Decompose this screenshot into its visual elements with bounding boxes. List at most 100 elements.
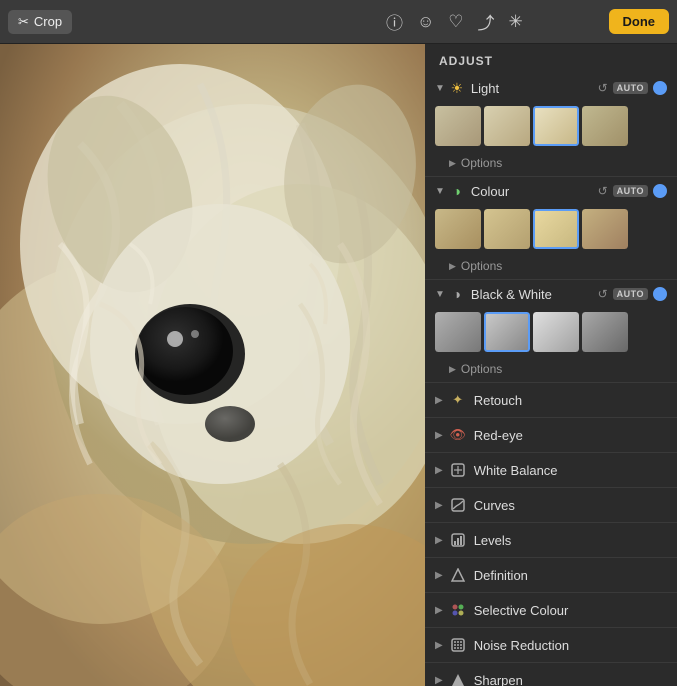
colour-options-label: Options <box>461 259 502 273</box>
top-bar-icons: ⓘ ☺ ♡ ⤴ ✳ <box>308 9 600 34</box>
light-thumb-2[interactable] <box>533 106 579 146</box>
bw-toggle[interactable] <box>653 287 667 301</box>
info-icon[interactable]: ⓘ <box>386 9 403 34</box>
curves-icon <box>449 496 467 514</box>
selective-colour-label: Selective Colour <box>474 603 569 618</box>
selective-colour-icon <box>449 601 467 619</box>
row-selective-colour[interactable]: ▶ Selective Colour <box>425 593 677 628</box>
definition-arrow: ▶ <box>435 570 443 581</box>
row-redeye[interactable]: ▶ 👁 Red-eye <box>425 418 677 453</box>
sharpen-icon <box>449 671 467 686</box>
light-expand-arrow: ▼ <box>435 83 445 94</box>
light-thumb-1[interactable] <box>484 106 530 146</box>
bw-options-row[interactable]: ▶ Options <box>425 358 677 382</box>
colour-reset-icon[interactable]: ↺ <box>598 184 608 198</box>
bw-thumb-1[interactable] <box>484 312 530 352</box>
section-colour-header[interactable]: ▼ ◑ Colour ↺ AUTO <box>425 177 677 205</box>
sharpen-label: Sharpen <box>474 673 523 686</box>
colour-toggle[interactable] <box>653 184 667 198</box>
share-icon[interactable]: ⤴ <box>478 9 495 34</box>
colour-auto-badge[interactable]: AUTO <box>613 185 648 197</box>
crop-button[interactable]: ✂ Crop <box>8 10 72 34</box>
levels-arrow: ▶ <box>435 535 443 546</box>
section-bw-header[interactable]: ▼ ◑ Black & White ↺ AUTO <box>425 280 677 308</box>
light-options-label: Options <box>461 156 502 170</box>
light-thumb-3[interactable] <box>582 106 628 146</box>
bw-thumb-0[interactable] <box>435 312 481 352</box>
colour-controls: ↺ AUTO <box>598 184 667 198</box>
bw-options-label: Options <box>461 362 502 376</box>
retouch-label: Retouch <box>474 393 522 408</box>
bw-thumb-3[interactable] <box>582 312 628 352</box>
row-retouch[interactable]: ▶ ✦ Retouch <box>425 383 677 418</box>
curves-label: Curves <box>474 498 515 513</box>
magic-icon[interactable]: ✳ <box>509 12 523 32</box>
definition-label: Definition <box>474 568 528 583</box>
levels-label: Levels <box>474 533 512 548</box>
redeye-label: Red-eye <box>474 428 523 443</box>
dog-image <box>0 44 425 686</box>
colour-label: Colour <box>471 184 598 199</box>
levels-icon <box>449 531 467 549</box>
light-reset-icon[interactable]: ↺ <box>598 81 608 95</box>
noise-reduction-arrow: ▶ <box>435 640 443 651</box>
bw-icon: ◑ <box>449 286 465 302</box>
colour-thumb-strip <box>425 205 677 255</box>
crop-label: Crop <box>34 14 62 29</box>
bw-thumb-2[interactable] <box>533 312 579 352</box>
definition-icon <box>449 566 467 584</box>
colour-icon: ◑ <box>449 183 465 199</box>
bw-options-arrow: ▶ <box>449 364 456 375</box>
redeye-icon: 👁 <box>449 426 467 444</box>
row-sharpen[interactable]: ▶ Sharpen <box>425 663 677 686</box>
row-curves[interactable]: ▶ Curves <box>425 488 677 523</box>
main-area: ADJUST ▼ ☀ Light ↺ AUTO <box>0 44 677 686</box>
row-levels[interactable]: ▶ Levels <box>425 523 677 558</box>
row-whitebalance[interactable]: ▶ White Balance <box>425 453 677 488</box>
row-noise-reduction[interactable]: ▶ Noise Reduction <box>425 628 677 663</box>
adjust-panel: ADJUST ▼ ☀ Light ↺ AUTO <box>425 44 677 686</box>
section-light-header[interactable]: ▼ ☀ Light ↺ AUTO <box>425 74 677 102</box>
done-button[interactable]: Done <box>609 9 670 34</box>
sharpen-arrow: ▶ <box>435 675 443 686</box>
bw-expand-arrow: ▼ <box>435 289 445 300</box>
light-toggle[interactable] <box>653 81 667 95</box>
colour-thumb-1[interactable] <box>484 209 530 249</box>
adjust-title: ADJUST <box>425 44 677 74</box>
row-definition[interactable]: ▶ Definition <box>425 558 677 593</box>
whitebalance-icon <box>449 461 467 479</box>
heart-icon[interactable]: ♡ <box>448 12 463 32</box>
light-thumb-0[interactable] <box>435 106 481 146</box>
light-controls: ↺ AUTO <box>598 81 667 95</box>
whitebalance-label: White Balance <box>474 463 558 478</box>
curves-arrow: ▶ <box>435 500 443 511</box>
retouch-icon: ✦ <box>449 391 467 409</box>
light-options-arrow: ▶ <box>449 158 456 169</box>
top-bar: ✂ Crop ⓘ ☺ ♡ ⤴ ✳ Done <box>0 0 677 44</box>
light-thumb-strip <box>425 102 677 152</box>
bw-auto-badge[interactable]: AUTO <box>613 288 648 300</box>
colour-thumb-0[interactable] <box>435 209 481 249</box>
colour-options-arrow: ▶ <box>449 261 456 272</box>
top-bar-left: ✂ Crop <box>8 10 300 34</box>
retouch-arrow: ▶ <box>435 395 443 406</box>
light-auto-badge[interactable]: AUTO <box>613 82 648 94</box>
light-label: Light <box>471 81 598 96</box>
emoji-icon[interactable]: ☺ <box>417 12 434 32</box>
light-options-row[interactable]: ▶ Options <box>425 152 677 176</box>
section-colour: ▼ ◑ Colour ↺ AUTO <box>425 177 677 280</box>
colour-options-row[interactable]: ▶ Options <box>425 255 677 279</box>
colour-expand-arrow: ▼ <box>435 186 445 197</box>
bw-reset-icon[interactable]: ↺ <box>598 287 608 301</box>
colour-thumb-3[interactable] <box>582 209 628 249</box>
redeye-arrow: ▶ <box>435 430 443 441</box>
section-bw: ▼ ◑ Black & White ↺ AUTO <box>425 280 677 383</box>
section-light: ▼ ☀ Light ↺ AUTO <box>425 74 677 177</box>
noise-reduction-icon <box>449 636 467 654</box>
bw-controls: ↺ AUTO <box>598 287 667 301</box>
bw-label: Black & White <box>471 287 598 302</box>
whitebalance-arrow: ▶ <box>435 465 443 476</box>
photo-panel <box>0 44 425 686</box>
selective-colour-arrow: ▶ <box>435 605 443 616</box>
colour-thumb-2[interactable] <box>533 209 579 249</box>
